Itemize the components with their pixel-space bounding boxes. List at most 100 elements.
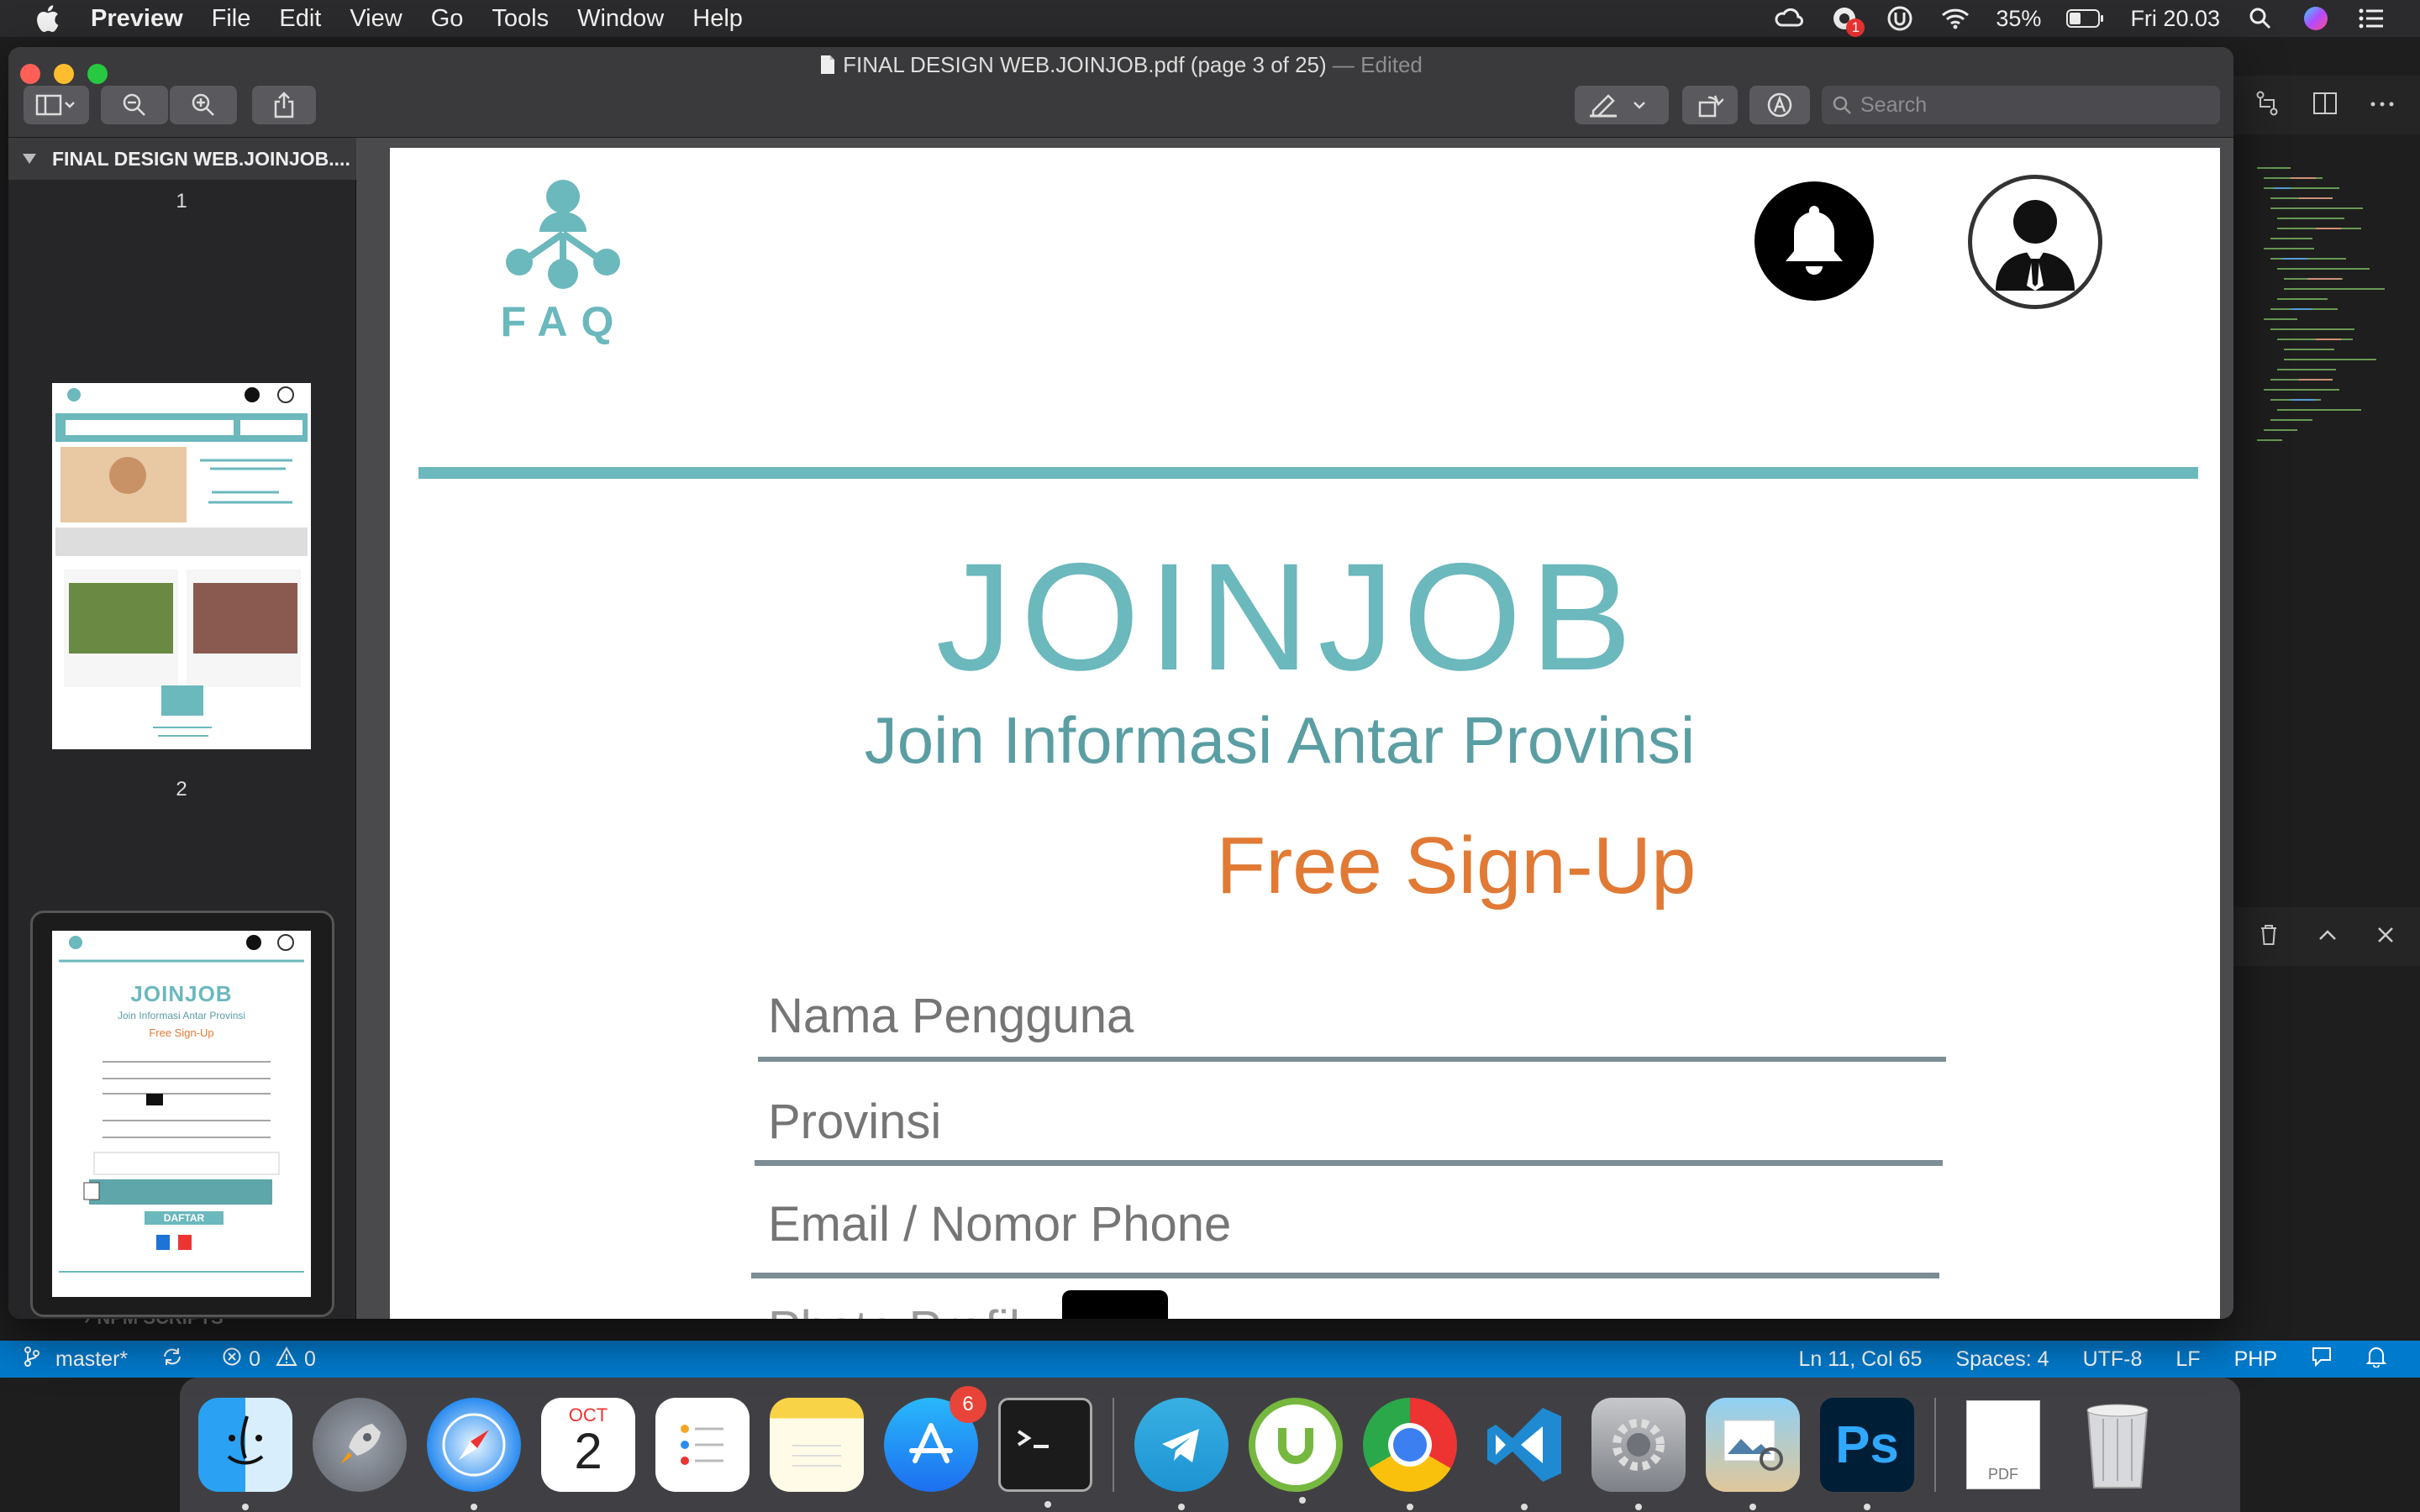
menu-tools[interactable]: Tools xyxy=(492,5,549,33)
running-indicator xyxy=(1178,1504,1185,1510)
email-phone-field[interactable] xyxy=(751,1196,1939,1278)
brand-title: JOINJOB xyxy=(935,531,1641,702)
page-number-1[interactable]: 1 xyxy=(165,190,198,213)
photoshop-icon[interactable]: Ps xyxy=(1820,1398,1914,1510)
vscode-icon[interactable] xyxy=(1477,1398,1571,1510)
menu-edit[interactable]: Edit xyxy=(279,5,321,33)
creative-cloud-icon[interactable] xyxy=(1774,3,1804,34)
encoding[interactable]: UTF-8 xyxy=(2083,1347,2143,1372)
zoom-out-button[interactable] xyxy=(101,86,168,124)
running-indicator xyxy=(242,1504,249,1510)
province-field[interactable] xyxy=(755,1094,1943,1166)
battery-icon[interactable] xyxy=(2066,3,2105,34)
indentation[interactable]: Spaces: 4 xyxy=(1955,1347,2049,1372)
menu-go[interactable]: Go xyxy=(431,5,464,33)
terminal-icon[interactable] xyxy=(998,1398,1092,1508)
page-number-2[interactable]: 2 xyxy=(165,778,198,801)
page-thumbnail-3[interactable]: JOINJOB Join Informasi Antar Provinsi Fr… xyxy=(52,931,311,1297)
sidebar-document-header[interactable]: FINAL DESIGN WEB.JOINJOB.... xyxy=(8,138,356,180)
more-actions-icon[interactable] xyxy=(2370,97,2395,113)
menu-view[interactable]: View xyxy=(350,5,402,33)
utorrent-menu-icon[interactable] xyxy=(1885,3,1915,34)
running-indicator xyxy=(1299,1497,1306,1504)
sync-icon[interactable] xyxy=(161,1347,183,1373)
brand-tagline: Join Informasi Antar Provinsi xyxy=(864,703,1696,777)
menu-bar: Preview File Edit View Go Tools Window H… xyxy=(0,0,2420,37)
battery-percent: 35% xyxy=(1996,5,2042,31)
thumb-tagline: Join Informasi Antar Provinsi xyxy=(117,1010,246,1021)
safari-icon[interactable] xyxy=(427,1398,521,1510)
clock[interactable]: Fri 20.03 xyxy=(2130,6,2220,32)
app-store-badge: 6 xyxy=(950,1386,986,1423)
apple-menu-icon[interactable] xyxy=(32,3,62,34)
menu-window[interactable]: Window xyxy=(577,5,664,33)
code-minimap[interactable] xyxy=(2240,160,2408,496)
share-button[interactable] xyxy=(252,86,316,124)
launchpad-icon[interactable] xyxy=(313,1398,407,1492)
chevron-up-icon[interactable] xyxy=(2317,928,2338,946)
app-store-icon[interactable]: 6 xyxy=(884,1386,986,1492)
dock-separator xyxy=(1934,1398,1936,1492)
faq-logo[interactable]: FAQ xyxy=(492,173,635,345)
search-field[interactable] xyxy=(1822,86,2220,124)
calendar-icon[interactable]: OCT 2 xyxy=(541,1398,635,1492)
warning-icon[interactable] xyxy=(276,1346,297,1373)
notification-app-icon[interactable]: 1 xyxy=(1829,3,1865,37)
end-of-line[interactable]: LF xyxy=(2175,1347,2200,1372)
profile-avatar-button[interactable] xyxy=(1968,175,2102,309)
bell-icon[interactable] xyxy=(2365,1346,2387,1373)
menu-help[interactable]: Help xyxy=(692,5,743,33)
reminders-icon[interactable] xyxy=(655,1398,750,1492)
git-branch[interactable]: master* xyxy=(55,1347,128,1372)
notes-icon[interactable] xyxy=(770,1398,864,1492)
highlight-button[interactable] xyxy=(1575,86,1669,124)
username-input[interactable] xyxy=(758,988,1946,1044)
pdf-stack-icon[interactable]: PDF xyxy=(1956,1398,2050,1492)
utorrent-icon[interactable] xyxy=(1249,1398,1343,1504)
page-thumbnail-2[interactable] xyxy=(52,383,311,749)
edited-status: — Edited xyxy=(1332,52,1423,77)
close-panel-icon[interactable] xyxy=(2376,926,2395,948)
wifi-icon[interactable] xyxy=(1940,3,1970,34)
vscode-editor-actions xyxy=(2218,76,2420,134)
menu-file[interactable]: File xyxy=(212,5,251,33)
signup-title: Free Sign-Up xyxy=(1216,821,1697,911)
cursor-position[interactable]: Ln 11, Col 65 xyxy=(1799,1347,1923,1372)
photo-profile-label: Photo Profil xyxy=(768,1300,1020,1319)
siri-icon[interactable] xyxy=(2301,3,2331,34)
preview-app-icon[interactable] xyxy=(1706,1398,1800,1510)
telegram-icon[interactable] xyxy=(1134,1398,1228,1510)
search-input[interactable] xyxy=(1860,92,2196,118)
feedback-icon[interactable] xyxy=(2311,1346,2333,1373)
running-indicator xyxy=(471,1504,477,1510)
spotlight-search-icon[interactable] xyxy=(2245,3,2275,34)
finder-icon[interactable] xyxy=(198,1398,292,1510)
email-phone-input[interactable] xyxy=(751,1196,1939,1252)
dock: OCT 2 6 Ps PDF xyxy=(180,1378,2240,1512)
menu-app-name[interactable]: Preview xyxy=(91,5,183,33)
notification-bell-button[interactable] xyxy=(1754,181,1874,301)
zoom-in-button[interactable] xyxy=(170,86,237,124)
notification-center-icon[interactable] xyxy=(2356,3,2386,34)
split-editor-icon[interactable] xyxy=(2312,91,2338,120)
chrome-icon[interactable] xyxy=(1363,1398,1457,1510)
compare-changes-icon[interactable] xyxy=(2254,90,2281,121)
system-preferences-icon[interactable] xyxy=(1591,1398,1686,1510)
dock-separator xyxy=(1113,1398,1114,1492)
disclosure-triangle-icon[interactable] xyxy=(22,153,37,165)
running-indicator xyxy=(1407,1504,1413,1510)
language-mode[interactable]: PHP xyxy=(2234,1347,2277,1372)
chevron-down-icon xyxy=(1634,102,1645,109)
username-field[interactable] xyxy=(758,988,1946,1062)
sidebar-toggle-button[interactable] xyxy=(24,86,89,124)
photo-upload-button[interactable] xyxy=(1062,1290,1168,1319)
error-icon[interactable] xyxy=(222,1347,242,1373)
header-divider xyxy=(418,467,2198,479)
document-view[interactable]: FAQ JOINJOB Join Informasi Antar Provins… xyxy=(356,138,2233,1319)
province-input[interactable] xyxy=(755,1094,1943,1150)
rotate-button[interactable] xyxy=(1682,86,1738,124)
search-icon xyxy=(1833,96,1851,114)
trash-bin-icon[interactable] xyxy=(2070,1398,2165,1492)
markup-button[interactable] xyxy=(1749,86,1810,124)
trash-icon[interactable] xyxy=(2259,923,2279,951)
